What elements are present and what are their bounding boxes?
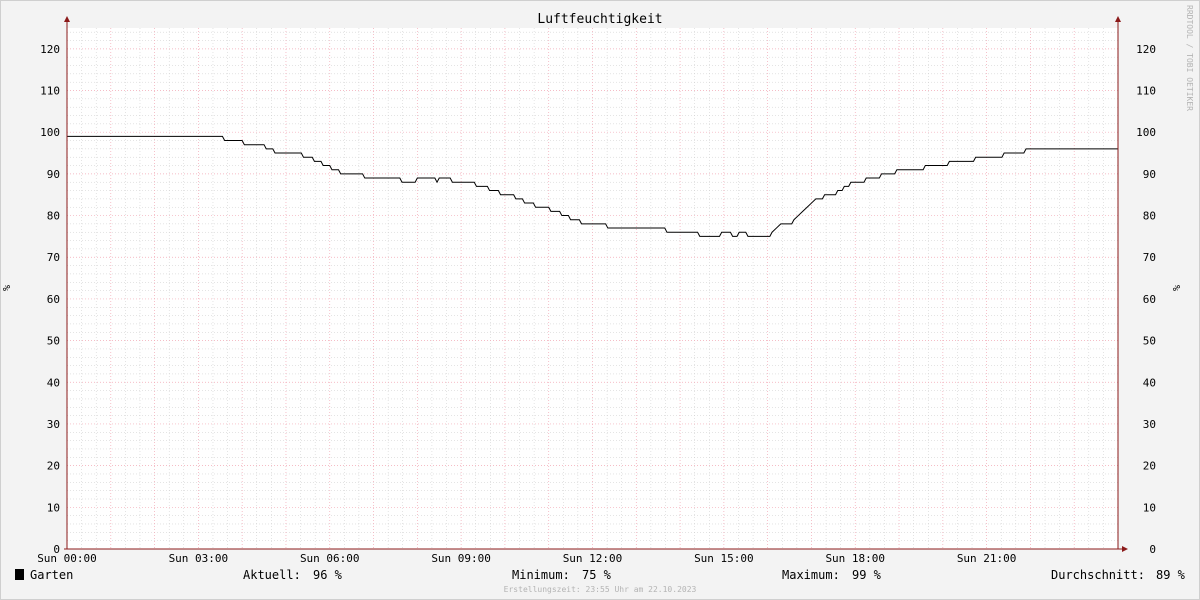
- x-tick-label: Sun 03:00: [169, 552, 229, 565]
- y-tick-label-left: 90: [47, 168, 60, 181]
- legend-average-value: 89 %: [1156, 568, 1186, 582]
- legend-maximum-value: 99 %: [852, 568, 882, 582]
- y-tick-label-right: 110: [1136, 85, 1156, 98]
- y-tick-label-left: 30: [47, 418, 60, 431]
- y-tick-label-left: 100: [40, 126, 60, 139]
- legend-swatch: [15, 569, 24, 580]
- y-axis-label-right: %: [1172, 285, 1183, 291]
- y-tick-label-right: 20: [1143, 460, 1156, 473]
- chart-title: Luftfeuchtigkeit: [537, 12, 662, 27]
- y-axis-label-left: %: [2, 285, 13, 291]
- x-tick-label: Sun 21:00: [957, 552, 1017, 565]
- y-tick-label-left: 120: [40, 43, 60, 56]
- y-tick-label-right: 100: [1136, 126, 1156, 139]
- y-tick-label-right: 0: [1149, 543, 1156, 556]
- legend-maximum-label: Maximum:: [782, 568, 840, 582]
- legend-minimum-label: Minimum:: [512, 568, 570, 582]
- y-tick-label-right: 120: [1136, 43, 1156, 56]
- x-tick-label: Sun 18:00: [825, 552, 885, 565]
- y-tick-label-left: 110: [40, 85, 60, 98]
- y-tick-label-right: 80: [1143, 210, 1156, 223]
- chart-frame: 0 010 1020 2030 3040 4050 5060 6070 7080 8090 9010…: [0, 0, 1200, 600]
- legend-average-label: Durchschnitt:: [1051, 568, 1145, 582]
- watermark: RRDTOOL / TOBI OETIKER: [1185, 5, 1194, 111]
- x-tick-label: Sun 00:00: [37, 552, 97, 565]
- y-tick-label-left: 40: [47, 376, 60, 389]
- x-tick-label: Sun 15:00: [694, 552, 754, 565]
- footer-timestamp: Erstellungszeit: 23:55 Uhr am 22.10.2023: [504, 585, 697, 594]
- y-tick-label-right: 10: [1143, 501, 1156, 514]
- y-tick-label-right: 40: [1143, 376, 1156, 389]
- y-tick-label-left: 80: [47, 210, 60, 223]
- x-tick-label: Sun 09:00: [431, 552, 491, 565]
- y-tick-label-left: 20: [47, 460, 60, 473]
- x-tick-label: Sun 06:00: [300, 552, 360, 565]
- legend-minimum-value: 75 %: [582, 568, 612, 582]
- y-tick-label-left: 10: [47, 501, 60, 514]
- y-tick-label-left: 50: [47, 335, 60, 348]
- y-tick-label-left: 70: [47, 251, 60, 264]
- y-tick-label-right: 60: [1143, 293, 1156, 306]
- x-tick-label: Sun 12:00: [563, 552, 623, 565]
- y-tick-label-right: 30: [1143, 418, 1156, 431]
- y-tick-label-right: 90: [1143, 168, 1156, 181]
- y-tick-label-left: 60: [47, 293, 60, 306]
- legend-current-value: 96 %: [313, 568, 343, 582]
- legend-series-name: Garten: [30, 568, 73, 582]
- y-tick-label-right: 50: [1143, 335, 1156, 348]
- legend-current-label: Aktuell:: [243, 568, 301, 582]
- y-tick-label-right: 70: [1143, 251, 1156, 264]
